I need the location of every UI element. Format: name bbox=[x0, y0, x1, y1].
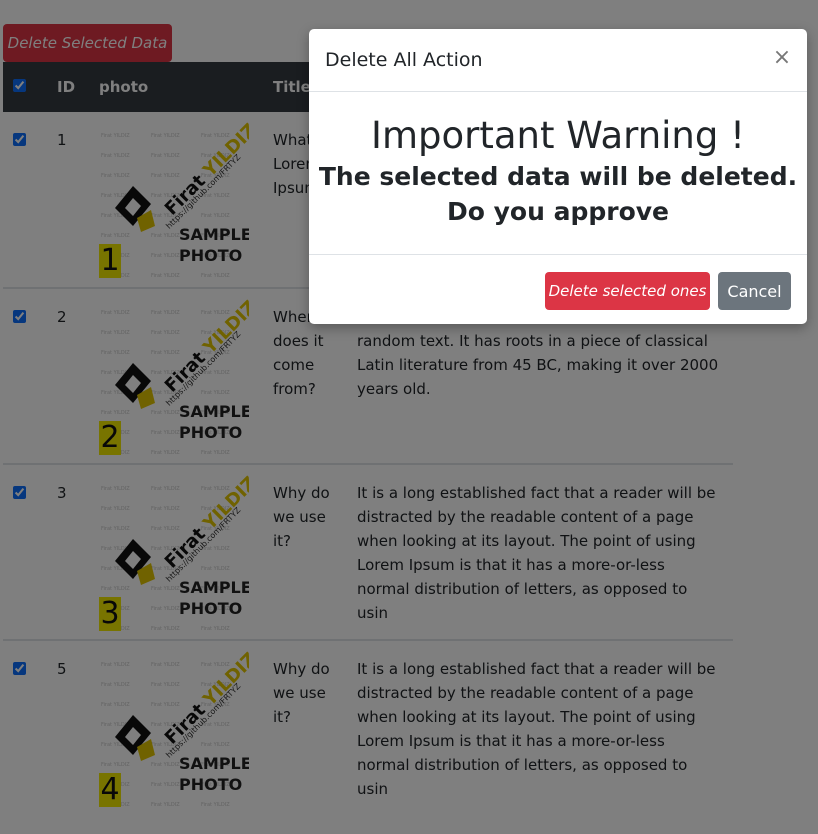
page: Delete Selected Data ID photo Title 1Fir… bbox=[0, 0, 818, 834]
close-icon[interactable]: × bbox=[771, 47, 793, 69]
modal-footer: Delete selected ones Cancel bbox=[309, 255, 807, 325]
modal-header: Delete All Action × bbox=[309, 29, 807, 92]
modal-body: Important Warning ! The selected data wi… bbox=[309, 92, 807, 255]
warning-message-line2: Do you approve bbox=[446, 197, 670, 226]
cancel-button[interactable]: Cancel bbox=[718, 272, 791, 310]
warning-message-line1: The selected data will be deleted. bbox=[318, 162, 798, 191]
delete-all-modal: Delete All Action × Important Warning ! … bbox=[309, 29, 807, 324]
modal-title: Delete All Action bbox=[325, 49, 483, 71]
warning-title: Important Warning ! bbox=[371, 114, 745, 157]
delete-selected-ones-button[interactable]: Delete selected ones bbox=[545, 272, 710, 310]
